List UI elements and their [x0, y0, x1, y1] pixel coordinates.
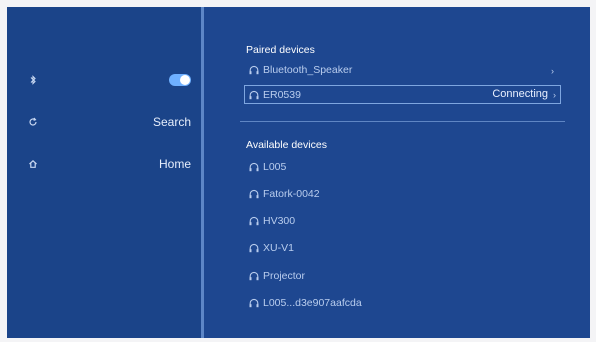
paired-device-row-label: ER0539 [248, 86, 301, 104]
available-device-row[interactable]: Projector [248, 267, 305, 285]
available-device-row[interactable]: Fatork-0042 [248, 185, 320, 203]
available-device-row[interactable]: L005 [248, 158, 286, 176]
section-divider [240, 121, 565, 122]
home-icon [27, 158, 39, 170]
device-name: ER0539 [263, 89, 301, 101]
available-device-row[interactable]: XU-V1 [248, 239, 294, 257]
available-device-row[interactable]: L005...d3e907aafcda [248, 294, 362, 312]
connection-status: Connecting [492, 88, 548, 100]
sidebar-item-label: Home [158, 157, 191, 171]
device-name: L005 [263, 161, 287, 173]
chevron-right-icon: › [553, 90, 556, 100]
device-name: HV300 [263, 215, 296, 227]
paired-devices-title: Paired devices [246, 44, 315, 56]
toggle-knob [180, 75, 190, 85]
headphones-icon [248, 188, 260, 200]
device-name: L005...d3e907aafcda [263, 297, 362, 309]
device-name: XU-V1 [263, 242, 294, 254]
headphones-icon [248, 242, 260, 254]
headphones-icon [248, 89, 260, 101]
device-panel: Paired devices Bluetooth_Speaker › Conne… [204, 7, 590, 338]
sidebar: Search Home [7, 7, 201, 338]
headphones-icon [248, 215, 260, 227]
headphones-icon [248, 161, 260, 173]
device-name: Bluetooth_Speaker [263, 64, 353, 76]
available-device-row[interactable]: HV300 [248, 212, 295, 230]
sidebar-item-home[interactable]: Home [7, 153, 201, 175]
tv-screen: Search Home Paired devices Bluetooth_Spe… [7, 7, 590, 338]
sidebar-item-search[interactable]: Search [7, 111, 201, 133]
bluetooth-toggle[interactable] [169, 74, 191, 86]
headphones-icon [248, 297, 260, 309]
available-devices-title: Available devices [246, 139, 327, 151]
paired-device-row[interactable]: Bluetooth_Speaker [248, 61, 352, 79]
refresh-icon [27, 116, 39, 128]
sidebar-item-label: Search [152, 115, 191, 129]
headphones-icon [248, 270, 260, 282]
bluetooth-icon [27, 74, 39, 86]
device-name: Projector [263, 270, 306, 282]
headphones-icon [248, 64, 260, 76]
chevron-right-icon: › [551, 66, 554, 76]
sidebar-item-bluetooth[interactable] [7, 69, 201, 91]
device-name: Fatork-0042 [263, 188, 320, 200]
